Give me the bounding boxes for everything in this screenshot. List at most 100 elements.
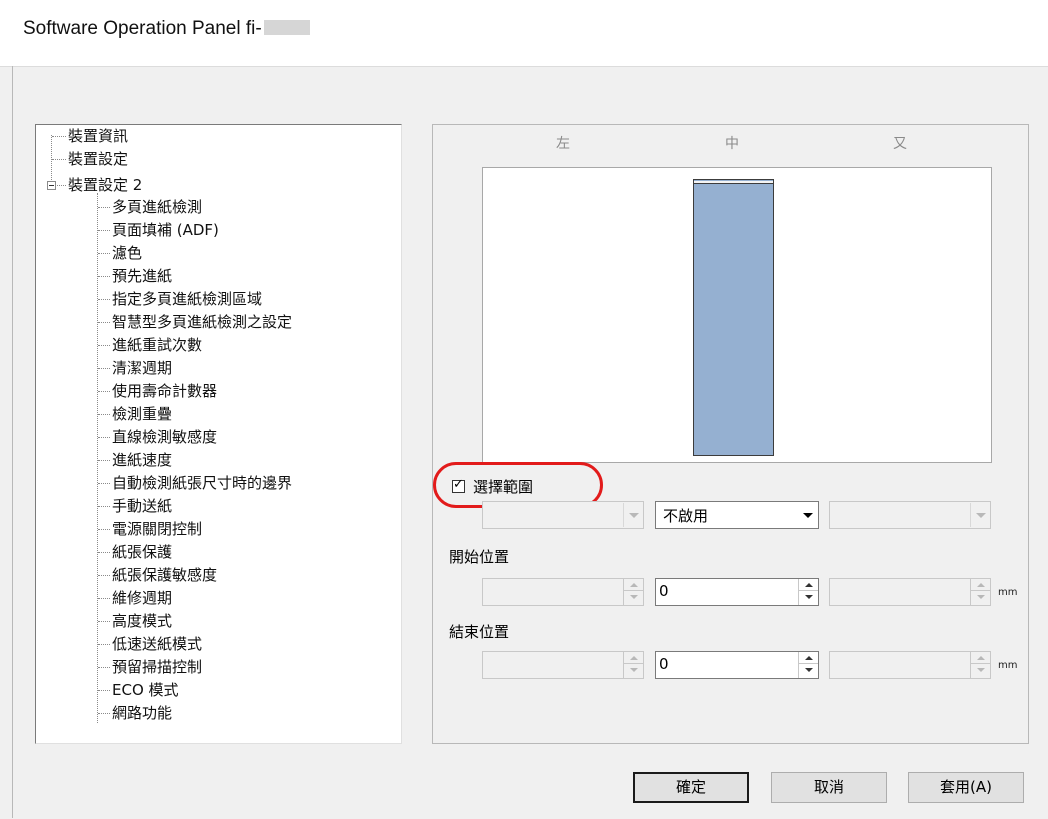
chevron-down-icon <box>970 503 989 527</box>
tree-item-device-info[interactable]: 裝置資訊 <box>68 125 128 147</box>
tree-item-network-function[interactable]: 網路功能 <box>112 702 172 724</box>
tree-item-paper-protection[interactable]: 紙張保護 <box>112 541 172 563</box>
tree-connector <box>98 621 110 622</box>
spin-up-icon <box>971 579 990 591</box>
combo-center[interactable]: 不啟用 <box>655 501 819 529</box>
tree-connector <box>98 483 110 484</box>
tree-connector <box>98 391 110 392</box>
tree-item-intelligent-multifeed[interactable]: 智慧型多頁進紙檢測之設定 <box>112 311 292 333</box>
spinner-buttons <box>623 652 643 678</box>
tree-item-device-settings-2[interactable]: 裝置設定 2 <box>68 174 142 196</box>
start-center-spinner[interactable]: 0 <box>655 578 819 606</box>
apply-button[interactable]: 套用(A) <box>908 772 1024 803</box>
tree-connector <box>98 230 110 231</box>
tree-connector <box>98 437 110 438</box>
column-label-left: 左 <box>556 136 570 152</box>
tree-item-paper-protection-sensitivity[interactable]: 紙張保護敏感度 <box>112 564 217 586</box>
select-range-label: 選擇範圍 <box>473 477 534 496</box>
tree-connector <box>98 644 110 645</box>
end-right-spinner <box>829 651 991 679</box>
end-unit-label: mm <box>998 660 1018 671</box>
end-center-spinner[interactable]: 0 <box>655 651 819 679</box>
window-title: Software Operation Panel fi- <box>23 18 310 40</box>
tree-item-feed-speed[interactable]: 進紙速度 <box>112 449 172 471</box>
tree-item-life-counter[interactable]: 使用壽命計數器 <box>112 380 217 402</box>
tree-connector <box>98 460 110 461</box>
spin-up-icon <box>971 652 990 664</box>
tree-item-manual-feed[interactable]: 手動送紙 <box>112 495 172 517</box>
tree-item-auto-size-margin[interactable]: 自動檢測紙張尺寸時的邊界 <box>112 472 292 494</box>
start-left-spinner <box>482 578 644 606</box>
spin-down-icon <box>971 592 990 604</box>
tree-connector <box>98 368 110 369</box>
model-number-redacted <box>263 20 310 35</box>
tree-connector <box>98 253 110 254</box>
tree-connector <box>98 506 110 507</box>
start-position-label: 開始位置 <box>449 548 510 566</box>
select-range-checkbox-row[interactable]: 選擇範圍 <box>452 474 533 498</box>
tree-connector <box>98 713 110 714</box>
tree-item-dropout-color[interactable]: 濾色 <box>112 242 142 264</box>
spinner-buttons[interactable] <box>798 579 818 605</box>
tree-item-pick-retry[interactable]: 進紙重試次數 <box>112 334 202 356</box>
tree-connector <box>52 159 66 160</box>
column-label-right: 又 <box>893 136 907 152</box>
end-center-value[interactable]: 0 <box>659 655 669 673</box>
tree-item-overlap-detection[interactable]: 檢測重疊 <box>112 403 172 425</box>
start-center-value[interactable]: 0 <box>659 582 669 600</box>
combo-center-value: 不啟用 <box>663 507 709 525</box>
tree-item-page-edge-filler[interactable]: 頁面填補 (ADF) <box>112 219 219 241</box>
tree-item-cleaning-cycle[interactable]: 清潔週期 <box>112 357 172 379</box>
spin-up-icon <box>624 579 643 591</box>
tree-connector <box>98 345 110 346</box>
tree-connector <box>98 207 110 208</box>
spin-up-icon <box>624 652 643 664</box>
spin-down-icon <box>624 592 643 604</box>
tree-connector <box>98 667 110 668</box>
spinner-buttons <box>623 579 643 605</box>
select-range-checkbox[interactable] <box>452 477 465 493</box>
end-position-label: 結束位置 <box>449 623 510 641</box>
tree-item-multifeed-area[interactable]: 指定多頁進紙檢測區域 <box>112 288 262 310</box>
spin-down-icon[interactable] <box>799 665 818 677</box>
tree-item-power-off-control[interactable]: 電源關閉控制 <box>112 518 202 540</box>
tree-item-low-speed-feed[interactable]: 低速送紙模式 <box>112 633 202 655</box>
tree-connector <box>98 322 110 323</box>
tree-connector <box>98 299 110 300</box>
cancel-button[interactable]: 取消 <box>771 772 887 803</box>
spin-down-icon[interactable] <box>799 592 818 604</box>
settings-tree[interactable]: 裝置資訊 裝置設定 裝置設定 2 多頁進紙檢測 頁面填補 (ADF) 濾色 預先… <box>35 124 402 744</box>
tree-item-multifeed-detection[interactable]: 多頁進紙檢測 <box>112 196 202 218</box>
tree-item-eco-mode[interactable]: ECO 模式 <box>112 679 179 701</box>
detection-area-bar <box>693 179 774 456</box>
combo-right <box>829 501 991 529</box>
start-right-spinner <box>829 578 991 606</box>
spinner-buttons <box>970 579 990 605</box>
tree-connector <box>98 276 110 277</box>
collapse-icon[interactable] <box>47 181 56 190</box>
tree-connector <box>98 598 110 599</box>
end-left-spinner <box>482 651 644 679</box>
chevron-down-icon[interactable] <box>798 503 817 527</box>
tree-connector <box>98 690 110 691</box>
tree-item-pre-pick[interactable]: 預先進紙 <box>112 265 172 287</box>
tree-connector <box>98 552 110 553</box>
tree-connector <box>52 136 66 137</box>
combo-left <box>482 501 644 529</box>
spin-up-icon[interactable] <box>799 652 818 664</box>
tree-item-pre-scan-control[interactable]: 預留掃描控制 <box>112 656 202 678</box>
spin-up-icon[interactable] <box>799 579 818 591</box>
tree-item-altitude-mode[interactable]: 高度模式 <box>112 610 172 632</box>
column-label-center: 中 <box>725 136 739 152</box>
tree-item-maintenance-cycle[interactable]: 維修週期 <box>112 587 172 609</box>
spin-down-icon <box>971 665 990 677</box>
ok-button[interactable]: 確定 <box>633 772 749 803</box>
tree-connector <box>98 575 110 576</box>
spinner-buttons[interactable] <box>798 652 818 678</box>
start-unit-label: mm <box>998 587 1018 598</box>
spinner-buttons <box>970 652 990 678</box>
tree-item-vertical-streak-sensitivity[interactable]: 直線檢測敏感度 <box>112 426 217 448</box>
title-bar: Software Operation Panel fi- <box>0 0 1048 67</box>
tree-item-device-settings[interactable]: 裝置設定 <box>68 148 128 170</box>
tree-connector <box>98 414 110 415</box>
